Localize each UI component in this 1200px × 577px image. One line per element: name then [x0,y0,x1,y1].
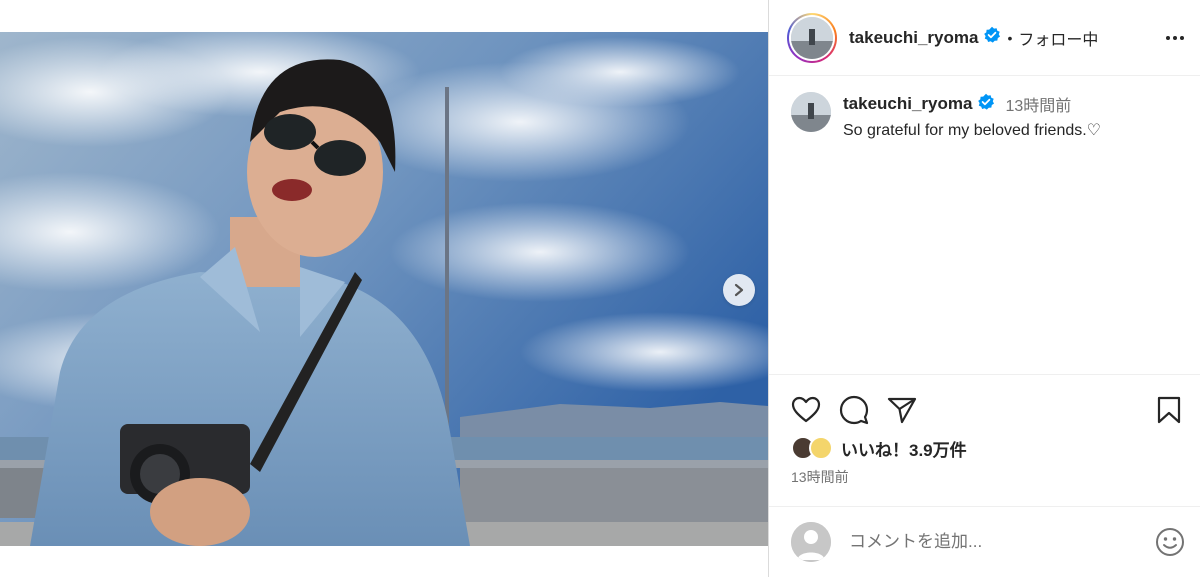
caption-text: So grateful for my beloved friends.♡ [843,122,1102,139]
likes-count[interactable]: いいね！3.9万件 [841,436,967,461]
comment-input[interactable] [849,532,1129,552]
post-photo[interactable] [0,32,768,546]
media-column [0,0,768,577]
verified-badge-icon [983,26,1001,49]
post-timestamp[interactable]: 13時間前 [769,461,1200,487]
comment-icon[interactable] [839,395,869,425]
action-bar [769,375,1200,427]
caption-username[interactable]: takeuchi_ryoma [843,94,972,114]
avatar-image [791,92,831,132]
comment-bar [769,506,1200,577]
likes-row[interactable]: いいね！3.9万件 [769,427,1200,461]
avatar [809,436,833,460]
post-side-panel: takeuchi_ryoma • フォロー中 takeuchi_ryoma 13… [768,0,1200,577]
verified-badge-icon [977,93,995,116]
post-header: takeuchi_ryoma • フォロー中 [769,0,1200,76]
avatar[interactable] [791,16,833,59]
story-ring[interactable] [787,12,837,63]
avatar [791,522,831,562]
avatar-image [791,16,833,59]
separator-dot: • [1007,29,1013,46]
paper-plane-icon[interactable] [887,396,917,424]
actions-area: いいね！3.9万件 13時間前 [769,374,1200,487]
next-slide-button[interactable] [723,274,755,306]
following-button[interactable]: フォロー中 [1018,26,1098,50]
caption: takeuchi_ryoma 13時間前 So grateful for my … [769,76,1200,140]
chevron-right-icon [734,283,744,297]
bookmark-icon[interactable] [1157,396,1181,424]
caption-time[interactable]: 13時間前 [1005,92,1071,116]
photo-image [0,32,768,546]
more-options-icon[interactable] [1166,35,1184,40]
default-user-icon [791,522,831,562]
heart-icon[interactable] [791,396,821,424]
liker-avatars [791,435,837,461]
smiley-icon[interactable] [1155,527,1185,557]
caption-avatar[interactable] [791,92,831,132]
username-link[interactable]: takeuchi_ryoma [849,28,978,48]
